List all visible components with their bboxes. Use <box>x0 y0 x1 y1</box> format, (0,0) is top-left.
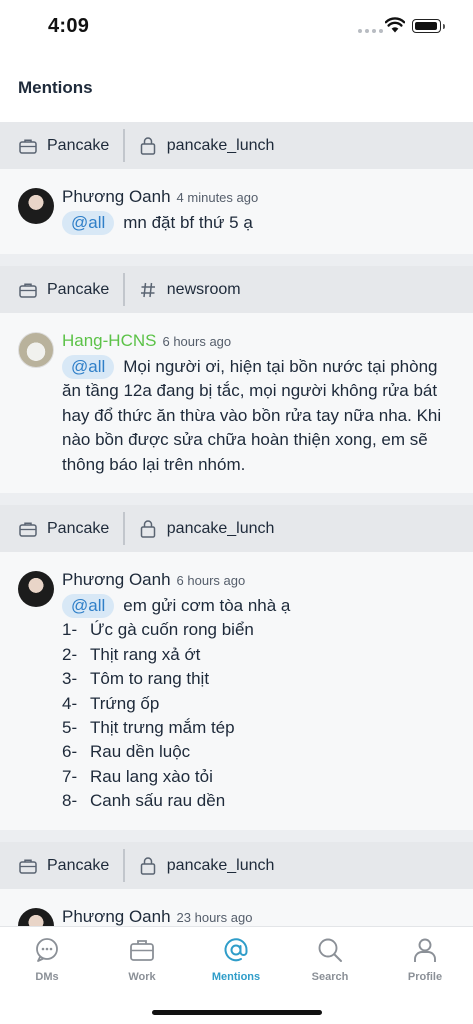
message-text: @all em gửi cơm tòa nhà ạ <box>62 594 455 618</box>
tab-label: Mentions <box>211 971 261 983</box>
avatar[interactable] <box>18 188 54 224</box>
lock-icon <box>139 856 157 875</box>
avatar[interactable] <box>18 571 54 607</box>
workspace-name: Pancake <box>47 280 110 298</box>
message-content: em gửi cơm tòa nhà ạ <box>123 596 291 615</box>
message-time: 23 hours ago <box>176 910 253 925</box>
message-time: 4 minutes ago <box>176 190 259 205</box>
wifi-icon <box>385 17 405 33</box>
tab-label: Profile <box>407 971 443 983</box>
message[interactable]: Hang-HCNS 6 hours ago @all Mọi người ơi, … <box>0 313 473 493</box>
hash-icon <box>139 281 157 299</box>
author-name[interactable]: Phương Oanh <box>62 570 171 590</box>
divider <box>123 129 125 162</box>
list-item: 7- Rau lang xào tỏi <box>62 766 213 786</box>
message-content: mn đặt bf thứ 5 ạ <box>123 213 253 232</box>
battery-icon <box>412 19 445 33</box>
tab-label: DMs <box>35 971 59 983</box>
divider <box>123 849 125 882</box>
channel-bar[interactable]: Pancake newsroom <box>0 266 473 313</box>
message-text: @all Mọi người ơi, hiện tại bồn nước tại … <box>62 355 455 477</box>
workspace-name: Pancake <box>47 136 110 154</box>
briefcase-icon <box>19 281 37 299</box>
workspace-name: Pancake <box>47 856 110 874</box>
briefcase-icon <box>19 520 37 538</box>
signal-dots-icon <box>358 29 383 33</box>
mention-tag[interactable]: @all <box>62 355 115 379</box>
author-name[interactable]: Hang-HCNS <box>62 331 156 351</box>
tab-label: Work <box>128 971 156 983</box>
status-time: 4:09 <box>48 15 90 37</box>
at-sign-icon <box>223 937 249 963</box>
page-header: Mentions <box>0 56 473 122</box>
message-text: @all mn đặt bf thứ 5 ạ <box>62 211 455 235</box>
person-icon <box>412 937 438 963</box>
briefcase-icon <box>19 137 37 155</box>
channel-bar[interactable]: Pancake pancake_lunch <box>0 505 473 552</box>
divider <box>123 512 125 545</box>
channel-bar[interactable]: Pancake pancake_lunch <box>0 842 473 889</box>
chat-bubble-icon <box>34 937 60 963</box>
workspace-name: Pancake <box>47 519 110 537</box>
tab-dms[interactable]: DMs <box>7 937 87 983</box>
lock-icon <box>139 136 157 155</box>
mention-tag[interactable]: @all <box>62 594 115 618</box>
channel-name: pancake_lunch <box>166 136 275 154</box>
mention-tag[interactable]: @all <box>62 211 115 235</box>
channel-bar[interactable]: Pancake pancake_lunch <box>0 122 473 169</box>
channel-name: newsroom <box>166 280 241 298</box>
channel-name: pancake_lunch <box>166 519 275 537</box>
author-name[interactable]: Phương Oanh <box>62 907 171 926</box>
message-content: Mọi người ơi, hiện tại bồn nước tại phòn… <box>62 357 442 474</box>
message-time: 6 hours ago <box>176 573 246 588</box>
tab-work[interactable]: Work <box>102 937 182 983</box>
message[interactable]: Phương Oanh 4 minutes ago @all mn đặt bf … <box>0 169 473 254</box>
briefcase-icon <box>129 937 155 963</box>
list-item: 6- Rau dền luộc <box>62 742 191 762</box>
list-item: 1- Ức gà cuốn rong biển <box>62 620 254 640</box>
channel-name: pancake_lunch <box>166 856 275 874</box>
briefcase-icon <box>19 857 37 875</box>
search-icon <box>317 937 343 963</box>
tab-label: Search <box>311 971 349 983</box>
page-title: Mentions <box>18 78 93 97</box>
home-indicator[interactable] <box>152 1010 322 1015</box>
tab-mentions[interactable]: Mentions <box>196 937 276 983</box>
list-item: 2- Thịt rang xả ớt <box>62 644 201 664</box>
message[interactable]: Phương Oanh 23 hours ago <box>0 889 473 926</box>
avatar[interactable] <box>18 332 54 368</box>
list-item: 3- Tôm to rang thịt <box>62 669 210 689</box>
tab-profile[interactable]: Profile <box>385 937 465 983</box>
message-time: 6 hours ago <box>162 334 232 349</box>
divider <box>123 273 125 306</box>
tab-search[interactable]: Search <box>290 937 370 983</box>
message[interactable]: Phương Oanh 6 hours ago @all em gửi cơm t… <box>0 552 473 830</box>
mentions-feed[interactable]: Pancake pancake_lunch Phương Oanh 4 minu… <box>0 122 473 926</box>
list-item: 5- Thịt trưng mắm tép <box>62 718 235 738</box>
list-item: 8- Canh sấu rau dền <box>62 791 226 811</box>
list-item: 4- Trứng ốp <box>62 693 160 713</box>
status-bar: 4:09 <box>0 0 473 56</box>
lock-icon <box>139 519 157 538</box>
author-name[interactable]: Phương Oanh <box>62 187 171 207</box>
